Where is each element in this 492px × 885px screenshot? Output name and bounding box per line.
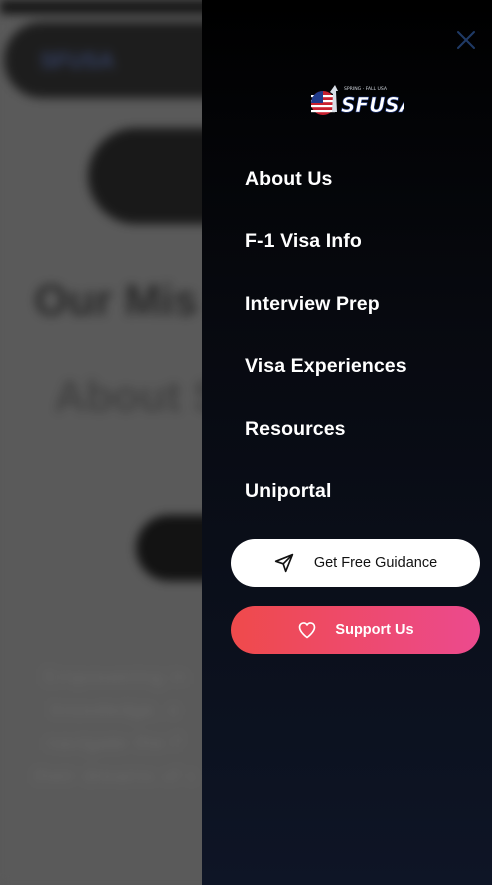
- brand-name: SFUSA: [341, 93, 404, 117]
- nav-item-f1-visa-info[interactable]: F-1 Visa Info: [245, 222, 407, 284]
- support-us-label: Support Us: [335, 622, 414, 638]
- get-free-guidance-label: Get Free Guidance: [313, 555, 438, 571]
- get-free-guidance-button[interactable]: Get Free Guidance: [231, 539, 480, 587]
- nav-item-about-us[interactable]: About Us: [245, 160, 407, 222]
- mobile-nav-drawer: SPRING · FALL USA SFUSA About Us F-1 Vis…: [202, 0, 492, 885]
- nav-item-uniportal[interactable]: Uniportal: [245, 472, 407, 534]
- close-button[interactable]: [455, 29, 477, 51]
- brand-logo[interactable]: SPRING · FALL USA SFUSA: [308, 82, 416, 122]
- nav-item-interview-prep[interactable]: Interview Prep: [245, 285, 407, 347]
- heart-icon: [297, 620, 317, 640]
- brand-tagline: SPRING · FALL USA: [344, 86, 388, 92]
- close-icon: [457, 31, 475, 49]
- support-us-button[interactable]: Support Us: [231, 606, 480, 654]
- flag-globe-icon: [311, 91, 335, 115]
- nav-menu: About Us F-1 Visa Info Interview Prep Vi…: [245, 160, 407, 534]
- nav-item-resources[interactable]: Resources: [245, 410, 407, 472]
- send-icon: [274, 553, 294, 573]
- page: SFUSA Our Mis About S Empowering in know…: [0, 0, 492, 885]
- nav-item-visa-experiences[interactable]: Visa Experiences: [245, 347, 407, 409]
